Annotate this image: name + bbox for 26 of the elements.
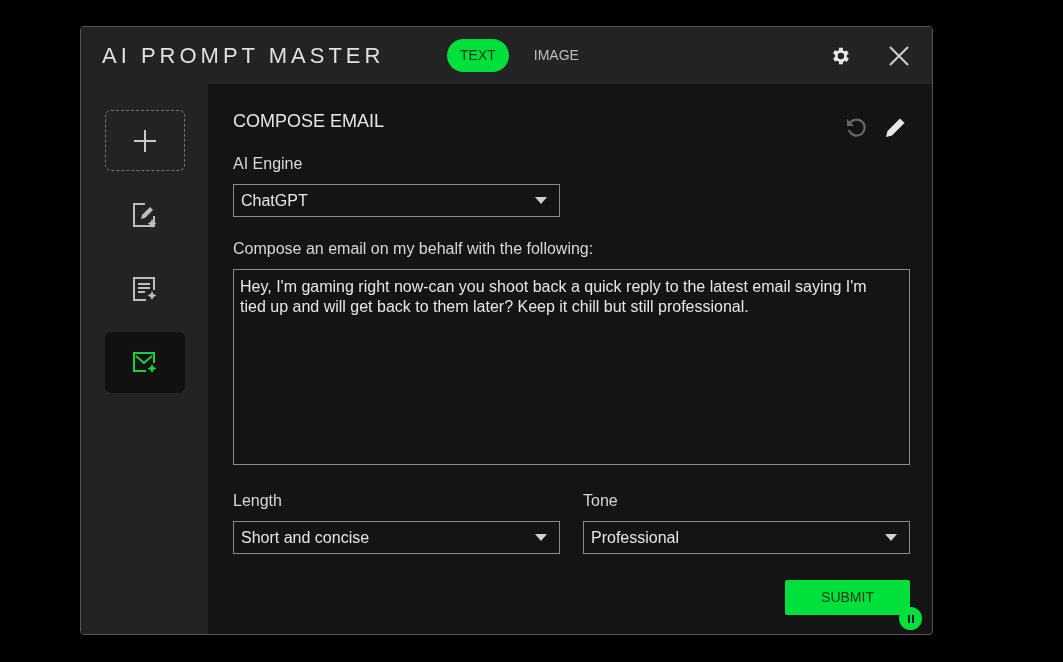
document-sparkle-icon [131, 275, 158, 302]
edit-sparkle-icon [131, 201, 158, 228]
caret-icon [535, 534, 547, 541]
field-label: AI Engine [233, 154, 304, 174]
field-label: Compose an email on my behalf with the following: [233, 239, 595, 259]
caret-icon [535, 197, 547, 204]
close-icon [889, 45, 909, 66]
add-button[interactable] [104, 110, 185, 171]
pause-icon [907, 614, 914, 623]
field-label: Length [233, 491, 283, 511]
caret-icon [885, 534, 897, 541]
field-label: Tone [583, 491, 619, 511]
email-sparkle-icon [131, 350, 158, 375]
dropdown[interactable]: Short and concise [233, 521, 560, 554]
sidebar-item[interactable] [104, 332, 185, 393]
tab[interactable]: TEXT [447, 39, 509, 72]
dropdown[interactable]: Professional [583, 521, 910, 554]
plus-icon [133, 129, 156, 152]
pause-badge[interactable] [899, 607, 922, 630]
prompt-textarea[interactable]: Hey, I'm gaming right now-can you shoot back a quick reply to the latest email saying I'm tied up and will get back to them later? Keep it chill but still professional. [233, 269, 910, 465]
section-title: COMPOSE EMAIL [233, 110, 385, 133]
tab[interactable]: IMAGE [514, 39, 598, 72]
window-title: AI PROMPT MASTER [102, 42, 386, 70]
edit-button[interactable] [885, 116, 907, 138]
submit-button[interactable]: SUBMIT [785, 580, 910, 615]
dropdown[interactable]: ChatGPT [233, 184, 560, 217]
